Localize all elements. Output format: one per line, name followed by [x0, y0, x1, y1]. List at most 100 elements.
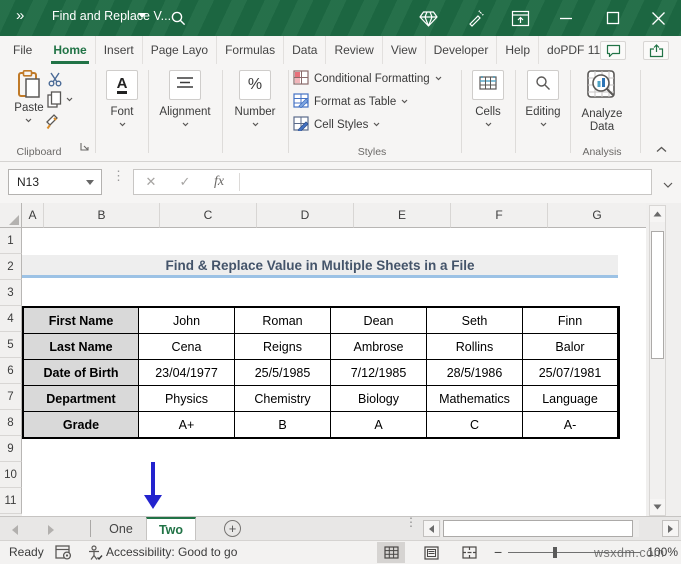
- tabstrip-splitter-icon[interactable]: ⋮: [405, 516, 417, 528]
- table-cell[interactable]: 7/12/1985: [331, 360, 426, 385]
- scroll-up-icon[interactable]: [650, 206, 665, 222]
- sheet-nav-prev-icon[interactable]: [12, 525, 18, 535]
- cancel-entry-icon[interactable]: ✕: [134, 174, 168, 190]
- table-cell[interactable]: Ambrose: [331, 334, 426, 359]
- alignment-group-button[interactable]: [169, 70, 201, 100]
- row-header-3[interactable]: 3: [0, 280, 22, 306]
- table-cell[interactable]: Mathematics: [427, 386, 522, 411]
- zoom-out-icon[interactable]: −: [494, 544, 502, 560]
- column-header-e[interactable]: E: [354, 203, 451, 228]
- page-layout-view-button[interactable]: [417, 542, 445, 563]
- table-cell[interactable]: A-: [523, 412, 617, 437]
- name-box-caret-icon[interactable]: [86, 180, 94, 185]
- tab-file[interactable]: File: [0, 36, 45, 64]
- table-row-label[interactable]: Grade: [24, 412, 138, 437]
- search-icon[interactable]: [168, 8, 188, 28]
- table-cell[interactable]: 28/5/1986: [427, 360, 522, 385]
- column-header-a[interactable]: A: [22, 203, 44, 228]
- new-sheet-button[interactable]: +: [224, 520, 241, 537]
- tab-insert[interactable]: Insert: [96, 36, 143, 64]
- column-header-b[interactable]: B: [44, 203, 160, 228]
- scroll-down-icon[interactable]: [650, 499, 665, 515]
- table-cell[interactable]: Finn: [523, 308, 617, 333]
- cut-icon[interactable]: [47, 72, 63, 92]
- row-header-10[interactable]: 10: [0, 462, 22, 488]
- name-box[interactable]: N13: [8, 169, 102, 195]
- tab-dopdf[interactable]: doPDF 11: [539, 36, 608, 64]
- row-header-1[interactable]: 1: [0, 228, 22, 254]
- table-cell[interactable]: Rollins: [427, 334, 522, 359]
- accessibility-status-label[interactable]: Accessibility: Good to go: [106, 545, 237, 559]
- table-cell[interactable]: A: [331, 412, 426, 437]
- table-cell[interactable]: Chemistry: [235, 386, 330, 411]
- analyze-data-button[interactable]: Analyze Data: [578, 68, 626, 134]
- clipboard-dialog-launcher-icon[interactable]: [80, 138, 89, 156]
- column-header-f[interactable]: F: [451, 203, 548, 228]
- ribbon-display-options-icon[interactable]: [510, 8, 530, 28]
- table-cell[interactable]: Language: [523, 386, 617, 411]
- comments-button[interactable]: [600, 41, 626, 60]
- macro-record-icon[interactable]: [55, 545, 72, 563]
- normal-view-button[interactable]: [377, 542, 405, 563]
- conditional-formatting-button[interactable]: Conditional Formatting: [293, 69, 442, 87]
- copy-icon[interactable]: [47, 91, 62, 113]
- select-all-corner[interactable]: [0, 203, 22, 228]
- row-header-7[interactable]: 7: [0, 384, 22, 410]
- close-button[interactable]: [648, 8, 668, 28]
- premium-diamond-icon[interactable]: [418, 8, 438, 28]
- table-cell[interactable]: C: [427, 412, 522, 437]
- table-cell[interactable]: 25/07/1981: [523, 360, 617, 385]
- cell-styles-button[interactable]: Cell Styles: [293, 115, 380, 133]
- vertical-scroll-thumb[interactable]: [651, 231, 664, 359]
- row-header-2[interactable]: 2: [0, 254, 22, 280]
- row-header-8[interactable]: 8: [0, 410, 22, 436]
- cells-group-button[interactable]: [472, 70, 504, 100]
- row-header-6[interactable]: 6: [0, 358, 22, 384]
- tab-developer[interactable]: Developer: [426, 36, 498, 64]
- hscroll-left-icon[interactable]: [423, 520, 440, 537]
- table-cell[interactable]: A+: [139, 412, 234, 437]
- confirm-entry-icon[interactable]: ✓: [168, 174, 202, 190]
- table-row-label[interactable]: Last Name: [24, 334, 138, 359]
- table-cell[interactable]: Roman: [235, 308, 330, 333]
- table-cell[interactable]: B: [235, 412, 330, 437]
- table-row-label[interactable]: Date of Birth: [24, 360, 138, 385]
- quick-access-overflow-icon[interactable]: »: [16, 7, 24, 24]
- column-header-c[interactable]: C: [160, 203, 257, 228]
- sheet-tab-two[interactable]: Two: [146, 517, 196, 540]
- number-group-button[interactable]: %: [239, 70, 271, 100]
- sheet-tab-one[interactable]: One: [98, 517, 144, 540]
- formula-bar-expand-icon[interactable]: [663, 175, 673, 193]
- title-dropdown-caret-icon[interactable]: [138, 13, 146, 18]
- tab-review[interactable]: Review: [326, 36, 383, 64]
- launcher-pen-icon[interactable]: [465, 8, 485, 28]
- table-cell[interactable]: John: [139, 308, 234, 333]
- row-header-11[interactable]: 11: [0, 488, 22, 514]
- table-cell[interactable]: 25/5/1985: [235, 360, 330, 385]
- font-group-button[interactable]: A: [106, 70, 138, 100]
- editing-group-button[interactable]: [527, 70, 559, 100]
- minimize-button[interactable]: [556, 8, 576, 28]
- table-cell[interactable]: Cena: [139, 334, 234, 359]
- zoom-slider-handle[interactable]: [553, 547, 557, 558]
- row-header-9[interactable]: 9: [0, 436, 22, 462]
- vertical-scrollbar[interactable]: [649, 205, 666, 516]
- tab-home[interactable]: Home: [45, 36, 96, 64]
- table-cell[interactable]: 23/04/1977: [139, 360, 234, 385]
- maximize-button[interactable]: [603, 8, 623, 28]
- tab-view[interactable]: View: [383, 36, 426, 64]
- row-header-5[interactable]: 5: [0, 332, 22, 358]
- table-row-label[interactable]: Department: [24, 386, 138, 411]
- paste-button[interactable]: Paste: [10, 70, 48, 126]
- table-cell[interactable]: Balor: [523, 334, 617, 359]
- table-cell[interactable]: Physics: [139, 386, 234, 411]
- tab-data[interactable]: Data: [284, 36, 327, 64]
- table-cell[interactable]: Dean: [331, 308, 426, 333]
- insert-function-icon[interactable]: fx: [202, 174, 236, 190]
- sheet-nav-next-icon[interactable]: [48, 525, 54, 535]
- format-as-table-button[interactable]: Format as Table: [293, 92, 408, 110]
- table-cell[interactable]: Reigns: [235, 334, 330, 359]
- hscroll-right-icon[interactable]: [662, 520, 679, 537]
- page-break-view-button[interactable]: [455, 542, 483, 563]
- format-painter-icon[interactable]: [45, 113, 63, 135]
